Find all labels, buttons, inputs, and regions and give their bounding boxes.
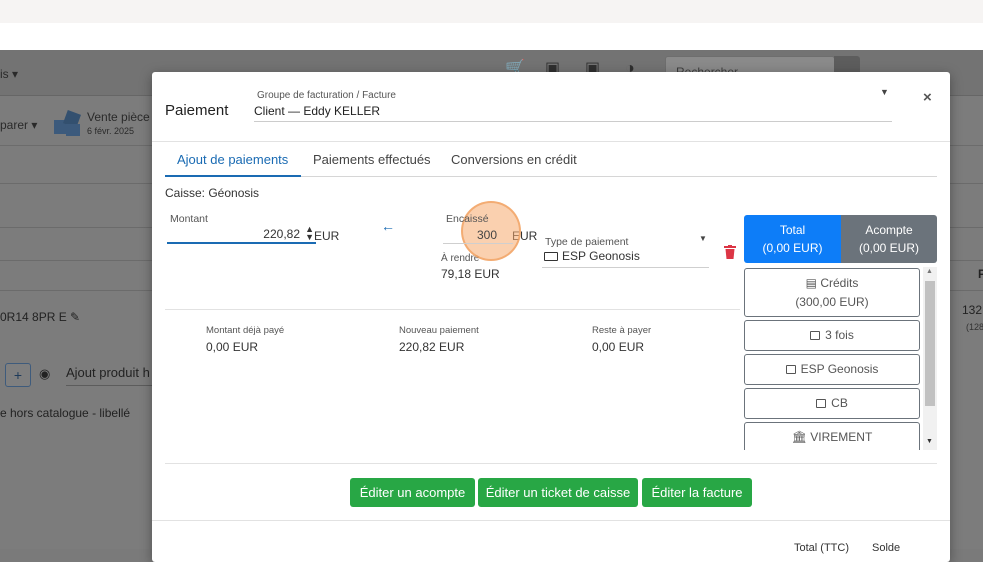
reste-a-payer-label: Reste à payer <box>592 325 652 336</box>
payment-method-label: ESP Geonosis <box>800 362 879 376</box>
edit-ticket-button[interactable]: Éditer un ticket de caisse <box>478 478 638 507</box>
montant-input[interactable]: 220,82 ▲ ▼ <box>167 224 316 244</box>
document-icon: ▤ <box>805 276 817 290</box>
payment-modal: Paiement Groupe de facturation / Facture… <box>152 72 950 562</box>
binoculars-icon[interactable]: ◉ <box>39 366 50 382</box>
edit-facture-button[interactable]: Éditer la facture <box>642 478 752 507</box>
payment-method-cb[interactable]: CB <box>744 388 920 419</box>
nouveau-paiement-label: Nouveau paiement <box>399 325 479 336</box>
montant-deja-paye-label: Montant déjà payé <box>206 325 285 336</box>
reste-a-payer-value: 0,00 EUR <box>592 340 645 354</box>
header-divider <box>152 141 950 142</box>
payment-method-esp-geonosis[interactable]: ESP Geonosis <box>744 354 920 385</box>
credit-card-icon <box>810 331 821 340</box>
total-button-value: (0,00 EUR) <box>762 241 823 255</box>
money-bill-icon <box>544 252 558 261</box>
tab-paiements-effectues[interactable]: Paiements effectués <box>313 146 431 177</box>
payment-method-3-fois[interactable]: 3 fois <box>744 320 920 351</box>
total-button-label: Total <box>779 223 806 237</box>
nouveau-paiement-value: 220,82 EUR <box>399 340 465 354</box>
actions-divider <box>165 463 937 464</box>
rendre-value: 79,18 EUR <box>441 267 500 281</box>
scroll-up-icon[interactable]: ▲ <box>926 268 933 275</box>
money-bill-icon <box>785 365 796 374</box>
acompte-button-label: Acompte <box>865 223 913 237</box>
payment-method-label: 3 fois <box>825 328 854 342</box>
bank-icon: 🏛 <box>791 430 807 444</box>
spinner-icon[interactable]: ▲ ▼ <box>305 225 314 242</box>
footer-divider <box>152 520 950 521</box>
background-vente-date: 6 févr. 2025 <box>87 126 135 136</box>
payment-method-label: Crédits <box>820 276 859 290</box>
total-button[interactable]: Total (0,00 EUR) <box>744 215 841 263</box>
montant-value: 220,82 <box>263 227 300 241</box>
type-paiement-value: ESP Geonosis <box>562 249 640 263</box>
trash-icon[interactable] <box>724 245 736 259</box>
facture-select-label: Groupe de facturation / Facture <box>257 90 396 101</box>
background-vente-info: Vente pièce 6 févr. 2025 <box>87 110 150 138</box>
caisse-label: Caisse: Géonosis <box>165 186 260 200</box>
background-comparer-dropdown[interactable]: parer ▾ <box>0 118 37 132</box>
scroll-down-icon[interactable]: ▼ <box>926 438 933 445</box>
section-divider <box>165 309 740 310</box>
edit-acompte-button[interactable]: Éditer un acompte <box>350 478 475 507</box>
edit-icon[interactable]: ✎ <box>70 310 80 324</box>
payment-method-credits[interactable]: ▤ Crédits (300,00 EUR) <box>744 268 920 317</box>
close-icon[interactable]: × <box>923 89 932 106</box>
background-ajout-produit-input[interactable]: Ajout produit h <box>66 362 156 386</box>
background-reference-text: 0R14 8PR E <box>0 310 67 324</box>
caret-down-icon[interactable]: ▼ <box>880 87 889 97</box>
payment-method-virement[interactable]: 🏛 VIREMENT <box>744 422 920 450</box>
acompte-button[interactable]: Acompte (0,00 EUR) <box>841 215 937 263</box>
type-paiement-label: Type de paiement <box>545 236 629 248</box>
boxes-icon <box>54 110 81 136</box>
montant-deja-paye-value: 0,00 EUR <box>206 340 259 354</box>
payment-method-label: CB <box>831 396 848 410</box>
montant-currency: EUR <box>314 229 340 243</box>
arrow-left-icon[interactable]: ← <box>381 218 395 234</box>
browser-white-strip <box>0 23 983 50</box>
acompte-button-value: (0,00 EUR) <box>858 241 920 255</box>
background-right-sub: (128 <box>966 322 983 332</box>
scrollbar-thumb[interactable] <box>925 281 935 406</box>
modal-title: Paiement <box>165 102 229 119</box>
background-hors-catalogue-label: e hors catalogue - libellé <box>0 406 131 420</box>
tab-ajout-paiements[interactable]: Ajout de paiements <box>165 146 301 177</box>
background-menu-dropdown[interactable]: is ▾ <box>0 67 18 81</box>
payment-methods-list: ▤ Crédits (300,00 EUR) 3 fois ESP Geonos… <box>744 267 937 450</box>
type-paiement-select[interactable]: ESP Geonosis <box>542 249 709 268</box>
payment-method-label: VIREMENT <box>810 430 873 444</box>
card-terminal-icon <box>816 399 827 408</box>
tab-conversions-credit[interactable]: Conversions en crédit <box>451 146 577 177</box>
background-reference: 0R14 8PR E ✎ <box>0 310 80 324</box>
footer-solde: Solde <box>872 542 901 554</box>
facture-select[interactable]: Client — Eddy KELLER <box>254 104 892 122</box>
background-right-header: P <box>978 267 983 281</box>
caret-down-icon[interactable]: ▼ <box>699 234 707 243</box>
background-add-button[interactable]: + <box>5 363 31 387</box>
background-vente-title: Vente pièce <box>87 110 150 124</box>
payment-tabs: Ajout de paiements Paiements effectués C… <box>165 146 937 177</box>
background-right-value: 132 <box>962 303 983 317</box>
payment-method-sub: (300,00 EUR) <box>795 295 869 309</box>
encaisse-input[interactable]: 300 <box>443 224 513 244</box>
encaisse-value: 300 <box>476 228 497 242</box>
browser-top-strip <box>0 0 983 23</box>
footer-total-ttc: Total (TTC) <box>794 542 849 554</box>
